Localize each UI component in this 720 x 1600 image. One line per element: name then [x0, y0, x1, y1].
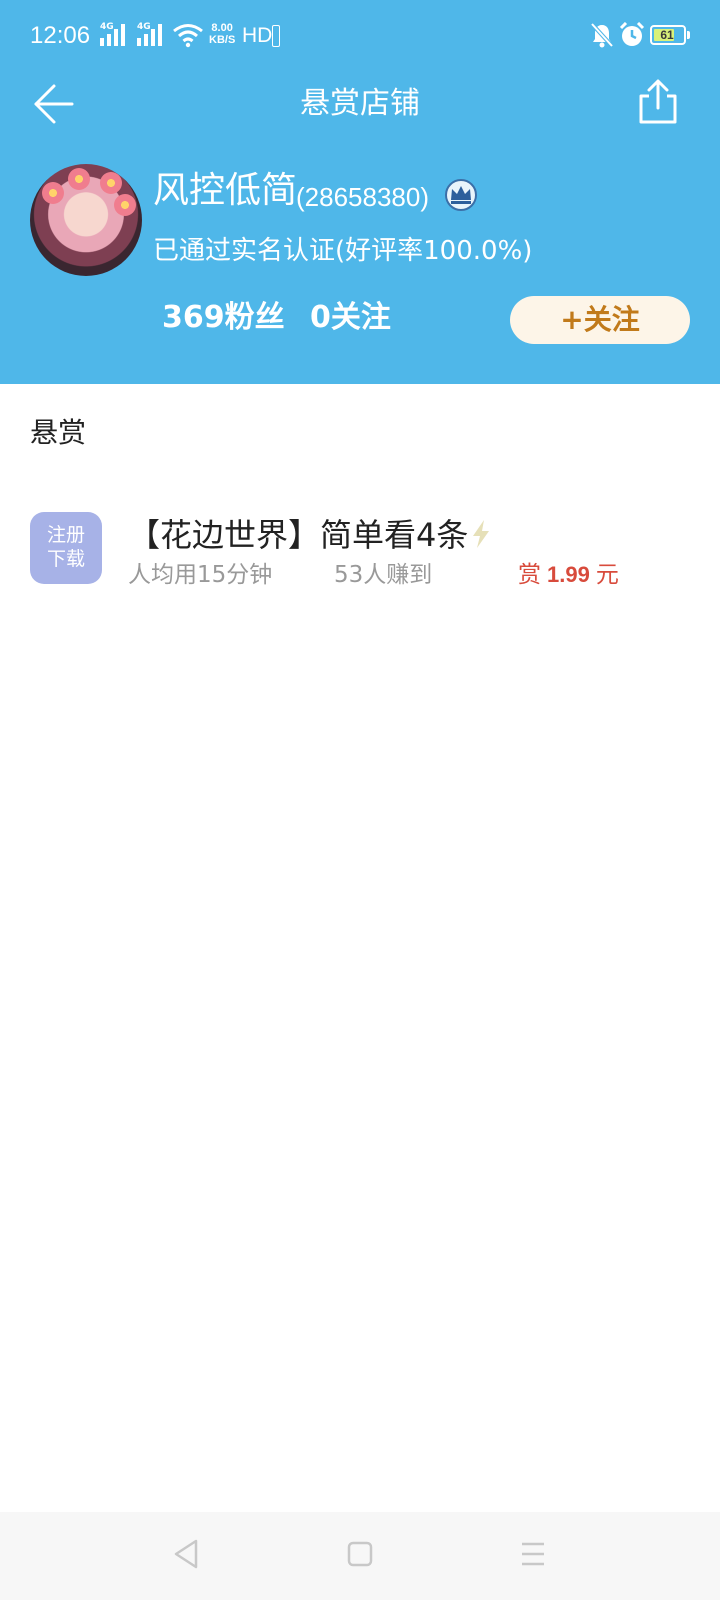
following-count[interactable]: 0关注	[310, 298, 391, 338]
home-square-icon[interactable]	[346, 1538, 374, 1570]
battery-level: 61	[660, 28, 674, 42]
follow-button[interactable]: +关注	[510, 296, 690, 344]
speed-value: 8.00	[211, 22, 233, 34]
hd-indicator	[272, 25, 280, 47]
speed-unit: KB/S	[209, 34, 236, 46]
status-bar: 12:06 4G 4G 8.00 KB/S HD 61	[0, 0, 720, 72]
status-time: 12:06	[30, 22, 91, 49]
badge-line: 注册	[46, 524, 85, 546]
alarm-icon	[619, 22, 645, 46]
menu-lines-icon[interactable]	[519, 1538, 547, 1570]
task-title: 【花边世界】简单看4条	[128, 516, 469, 554]
badge-line: 下载	[46, 548, 85, 570]
shop-id: (28658380)	[296, 182, 429, 212]
reward-value: 1.99	[547, 562, 590, 587]
task-reward: 赏 1.99 元	[518, 559, 619, 593]
network-speed: 8.00 KB/S	[209, 22, 235, 46]
share-icon[interactable]	[636, 78, 680, 126]
battery-tip	[687, 31, 690, 39]
task-type-badge: 注册 下载	[30, 512, 102, 584]
reward-unit: 元	[595, 562, 619, 588]
section-title: 悬赏	[30, 416, 87, 449]
fans-count[interactable]: 369粉丝	[162, 298, 285, 338]
verification-text: 已通过实名认证(好评率100.0%)	[153, 236, 533, 266]
back-triangle-icon[interactable]	[172, 1538, 200, 1570]
page-title: 悬赏店铺	[300, 86, 420, 121]
avatar[interactable]	[30, 164, 142, 276]
task-item[interactable]: 注册 下载 【花边世界】简单看4条 人均用15分钟 53人赚到 赏 1.99 元	[0, 504, 720, 600]
shop-name: 风控低简	[153, 170, 298, 211]
system-nav-bar	[0, 1512, 720, 1600]
task-earned-count: 53人赚到	[334, 562, 433, 588]
wifi-icon	[173, 24, 203, 48]
lightning-icon	[473, 520, 489, 548]
crown-badge-icon	[445, 179, 477, 211]
battery-icon: 61	[650, 25, 686, 45]
reward-label: 赏	[518, 562, 541, 588]
hd-label: HD	[242, 24, 273, 47]
task-avg-time: 人均用15分钟	[128, 562, 273, 588]
mute-bell-icon	[590, 22, 614, 48]
